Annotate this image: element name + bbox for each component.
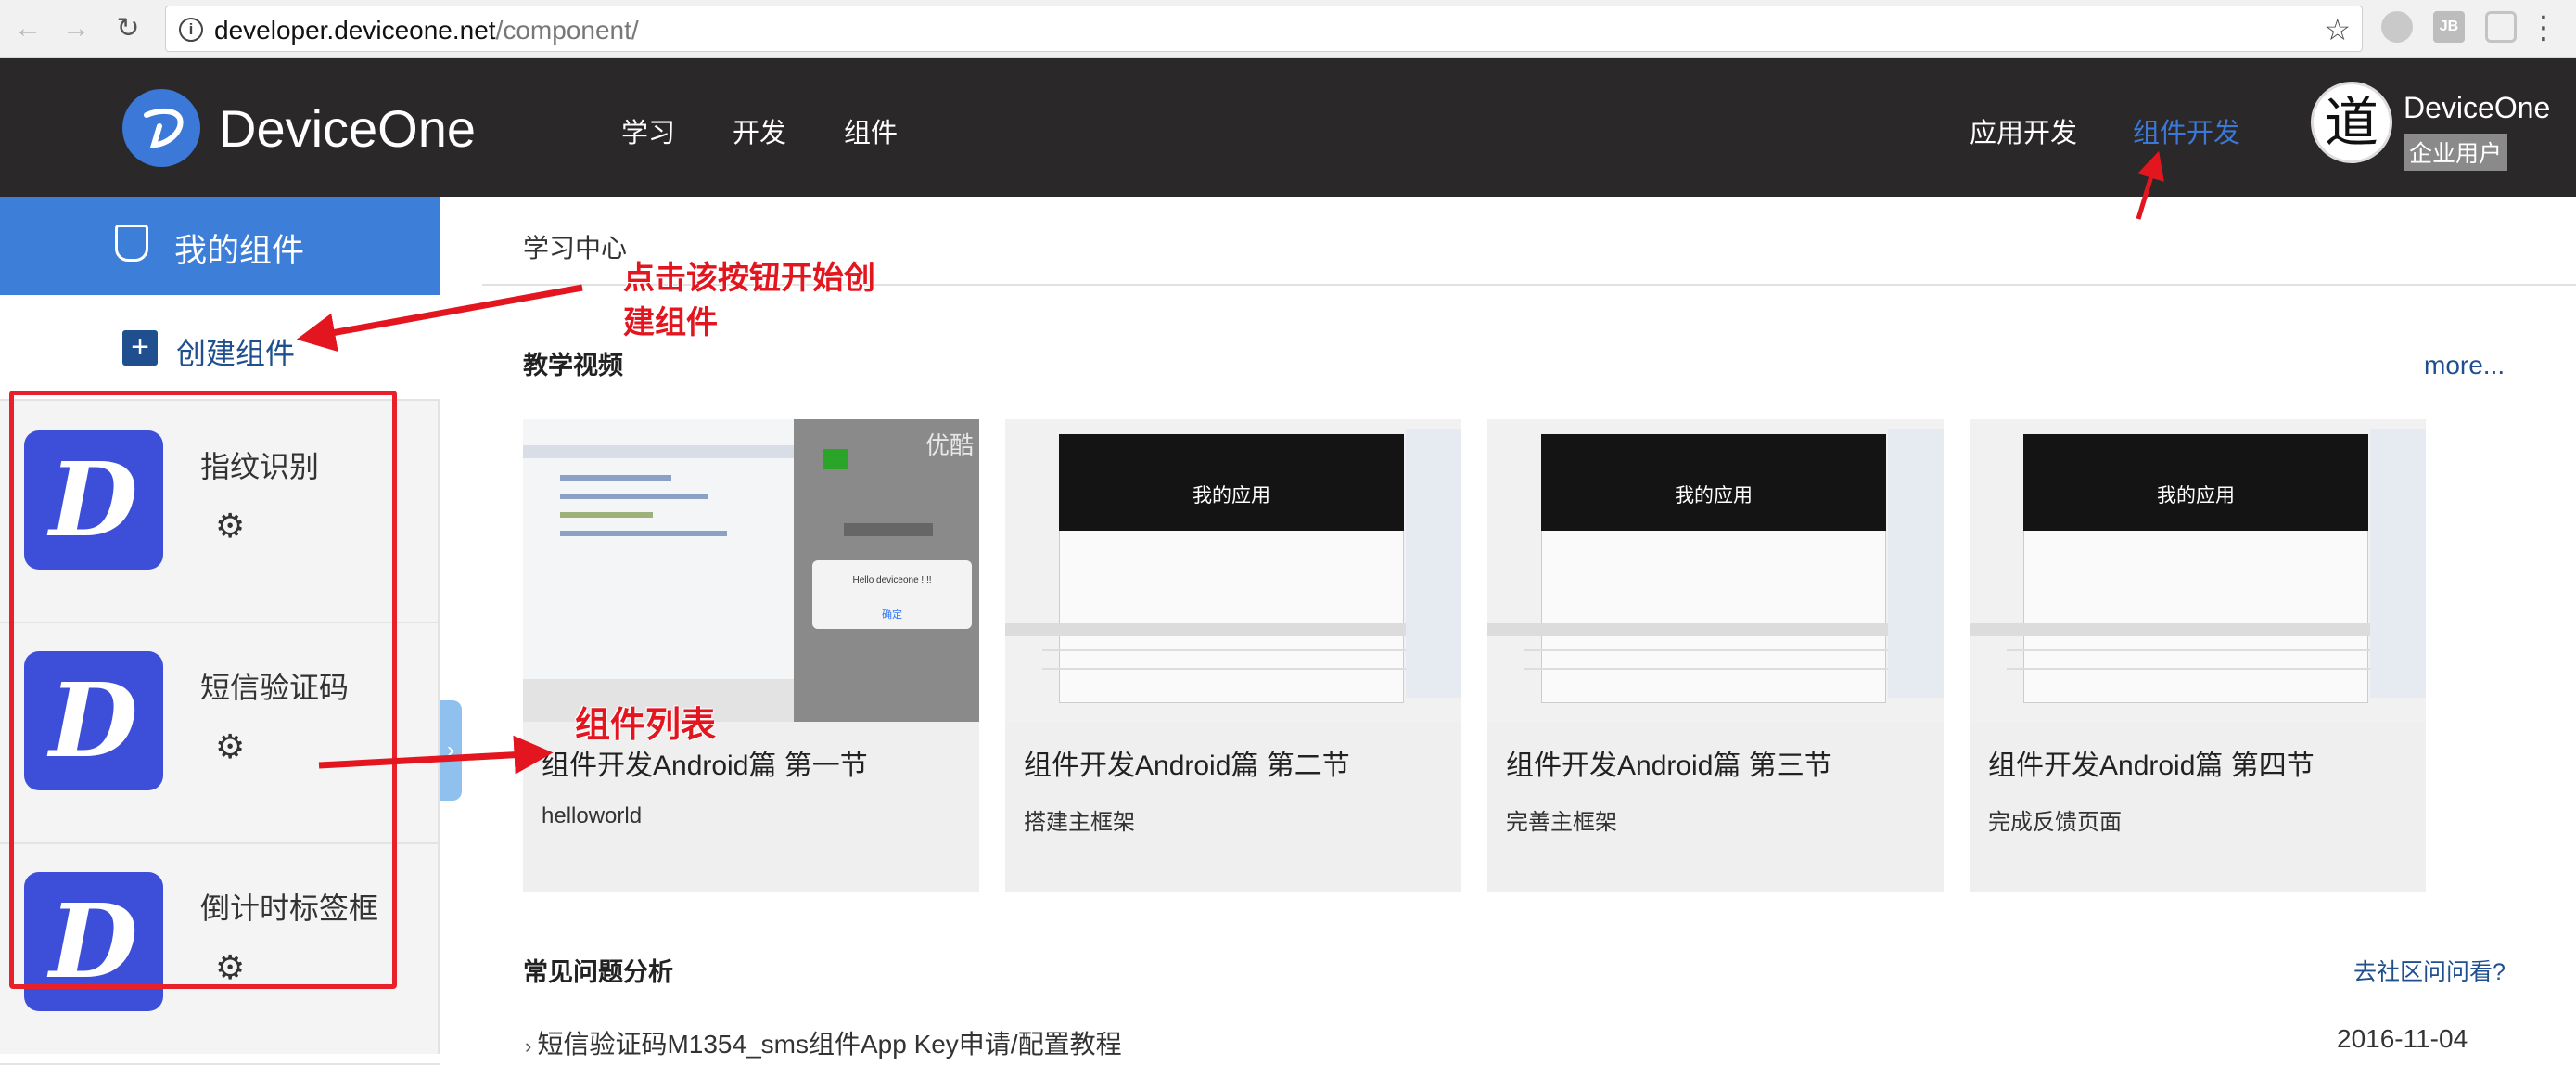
video-subtitle: 搭建主框架 bbox=[1024, 810, 1135, 835]
nav-develop[interactable]: 开发 bbox=[733, 111, 786, 150]
brand-name[interactable]: DeviceOne bbox=[219, 98, 476, 159]
annotation-highlight-box bbox=[9, 391, 397, 989]
nav-app-dev[interactable]: 应用开发 bbox=[1970, 111, 2077, 150]
user-name[interactable]: DeviceOne bbox=[2404, 91, 2550, 125]
video-subtitle: 完善主框架 bbox=[1506, 810, 1617, 835]
video-subtitle: 完成反馈页面 bbox=[1988, 810, 2122, 835]
video-title[interactable]: 组件开发Android篇 第一节 bbox=[542, 742, 868, 783]
sidebar-header: 我的组件 bbox=[0, 197, 440, 295]
plus-icon: + bbox=[122, 330, 158, 366]
video-thumbnail[interactable]: Hello deviceone !!!! 确定 优酷 bbox=[523, 419, 979, 722]
browser-toolbar: ← → ↻ i developer.deviceone.net/componen… bbox=[0, 0, 2576, 58]
sidebar-collapse-chevron-icon[interactable]: › bbox=[440, 700, 462, 801]
video-thumbnail[interactable]: 我的应用 bbox=[1005, 419, 1461, 722]
avatar[interactable]: 道 bbox=[2311, 82, 2392, 163]
back-icon[interactable]: ← bbox=[9, 11, 46, 48]
video-title[interactable]: 组件开发Android篇 第四节 bbox=[1988, 742, 2315, 783]
video-card[interactable]: 我的应用 组件开发Android篇 第三节 完善主框架 bbox=[1487, 419, 1944, 892]
url-path: /component/ bbox=[495, 16, 639, 45]
video-subtitle: helloworld bbox=[542, 803, 643, 828]
logo-icon[interactable] bbox=[122, 89, 200, 167]
annotation-list-hint: 组件列表 bbox=[575, 706, 717, 745]
annotation-create-hint-1: 点击该按钮开始创 bbox=[623, 261, 875, 296]
forward-icon[interactable]: → bbox=[57, 11, 95, 48]
thumb-app-title: 我的应用 bbox=[1192, 485, 1270, 507]
nav-learn[interactable]: 学习 bbox=[621, 111, 675, 150]
nav-components[interactable]: 组件 bbox=[844, 111, 898, 150]
address-bar[interactable]: i developer.deviceone.net/component/ ☆ bbox=[165, 6, 2363, 52]
dialog-ok: 确定 bbox=[882, 609, 902, 621]
site-info-icon[interactable]: i bbox=[179, 18, 203, 42]
jetbrains-extension-icon[interactable]: JB bbox=[2433, 11, 2465, 43]
video-thumbnail[interactable]: 我的应用 bbox=[1970, 419, 2426, 722]
shield-extension-icon[interactable] bbox=[2485, 11, 2517, 43]
create-component-button[interactable]: + 创建组件 bbox=[0, 295, 440, 401]
faq-item-text[interactable]: 短信验证码M1354_sms组件App Key申请/配置教程 bbox=[537, 1030, 1121, 1059]
videos-section-title: 教学视频 bbox=[523, 352, 623, 379]
url-domain: developer.deviceone.net bbox=[214, 16, 496, 45]
breadcrumb[interactable]: 学习中心 bbox=[523, 228, 627, 265]
sidebar-title: 我的组件 bbox=[174, 233, 305, 269]
faq-section-title: 常见问题分析 bbox=[523, 958, 673, 986]
bookmark-star-icon[interactable]: ☆ bbox=[2324, 12, 2351, 47]
watermark: 优酷 bbox=[925, 431, 975, 459]
reload-icon[interactable]: ↻ bbox=[109, 11, 147, 48]
extension-icon[interactable] bbox=[2381, 11, 2413, 43]
user-badge: 企业用户 bbox=[2404, 134, 2508, 171]
annotation-create-hint-2: 建组件 bbox=[623, 305, 718, 340]
faq-item[interactable]: › 短信验证码M1354_sms组件App Key申请/配置教程 bbox=[525, 1024, 1122, 1061]
component-icon bbox=[115, 225, 148, 262]
community-link[interactable]: 去社区问问看? bbox=[2353, 954, 2506, 987]
thumb-app-title: 我的应用 bbox=[2157, 485, 2235, 507]
video-thumbnail[interactable]: 我的应用 bbox=[1487, 419, 1944, 722]
thumb-app-title: 我的应用 bbox=[1675, 485, 1753, 507]
create-component-label: 创建组件 bbox=[176, 337, 296, 370]
more-link[interactable]: more... bbox=[2424, 351, 2505, 380]
site-header: DeviceOne 学习 开发 组件 应用开发 组件开发 道 DeviceOne… bbox=[0, 58, 2576, 197]
video-card[interactable]: 我的应用 组件开发Android篇 第二节 搭建主框架 bbox=[1005, 419, 1461, 892]
browser-menu-icon[interactable]: ⋮ bbox=[2528, 9, 2559, 46]
nav-component-dev[interactable]: 组件开发 bbox=[2133, 111, 2240, 150]
faq-item-date: 2016-11-04 bbox=[2337, 1024, 2468, 1053]
video-title[interactable]: 组件开发Android篇 第二节 bbox=[1024, 742, 1350, 783]
video-title[interactable]: 组件开发Android篇 第三节 bbox=[1506, 742, 1832, 783]
video-card[interactable]: Hello deviceone !!!! 确定 优酷 组件开发Android篇 … bbox=[523, 419, 979, 892]
dialog-text: Hello deviceone !!!! bbox=[852, 575, 932, 585]
chevron-right-icon: › bbox=[525, 1034, 538, 1058]
url-text: developer.deviceone.net/component/ bbox=[214, 16, 639, 45]
video-card[interactable]: 我的应用 组件开发Android篇 第四节 完成反馈页面 bbox=[1970, 419, 2426, 892]
